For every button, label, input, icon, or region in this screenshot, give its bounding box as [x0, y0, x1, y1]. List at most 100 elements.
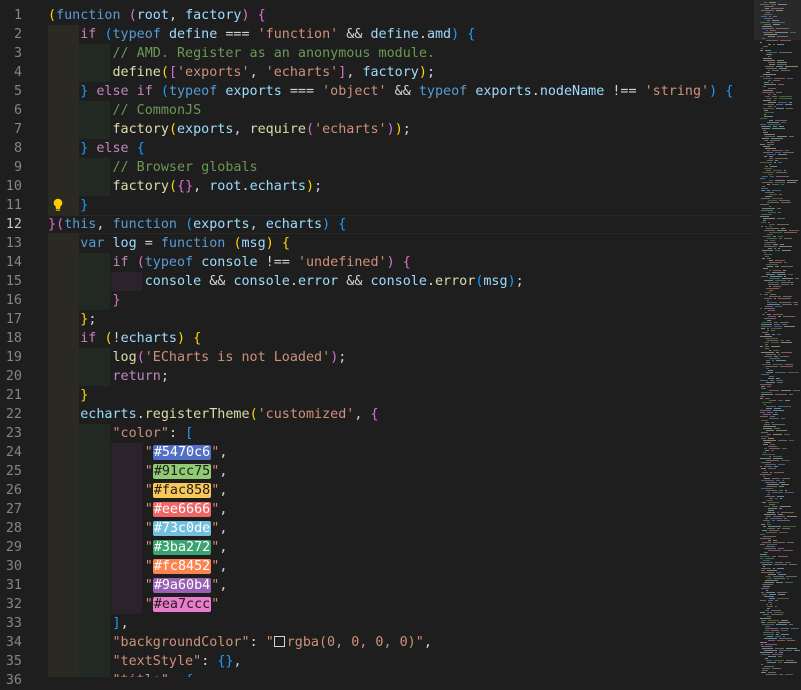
code-area[interactable]: (function (root, factory) { if (typeof d…: [48, 0, 754, 677]
color-swatch[interactable]: #73c0de: [152, 521, 212, 536]
code-line[interactable]: if (typeof define === 'function' && defi…: [48, 25, 475, 44]
minimap-line: [766, 30, 768, 31]
code-line[interactable]: "#ee6666",: [48, 500, 227, 519]
minimap-line: [761, 672, 766, 673]
minimap-line: [765, 658, 768, 659]
code-line[interactable]: "backgroundColor": " rgba(0, 0, 0, 0)",: [48, 633, 432, 652]
minimap-line: [764, 470, 766, 471]
minimap-line: [771, 346, 780, 347]
code-line[interactable]: } else {: [48, 139, 145, 158]
minimap-line: [773, 270, 781, 271]
minimap-line: [774, 106, 776, 107]
code-line[interactable]: }(this, function (exports, echarts) {: [48, 215, 346, 234]
lightbulb-icon[interactable]: [52, 198, 64, 212]
minimap-line: [761, 622, 765, 623]
color-swatch[interactable]: #fac858: [152, 483, 212, 498]
color-swatch[interactable]: [273, 636, 285, 647]
code-line[interactable]: if (!echarts) {: [48, 329, 201, 348]
minimap-line: [764, 582, 774, 583]
color-swatch[interactable]: #5470c6: [152, 445, 212, 460]
color-swatch[interactable]: #fc8452: [152, 559, 212, 574]
code-line[interactable]: if (typeof console !== 'undefined') {: [48, 253, 411, 272]
code-line[interactable]: "#fc8452",: [48, 557, 227, 576]
minimap-line: [786, 660, 794, 661]
minimap-line: [761, 646, 772, 647]
code-line[interactable]: // AMD. Register as an anonymous module.: [48, 44, 435, 63]
minimap-line: [768, 36, 775, 37]
code-line[interactable]: "#91cc75",: [48, 462, 227, 481]
minimap-line: [770, 276, 782, 277]
code-line[interactable]: define(['exports', 'echarts'], factory);: [48, 63, 436, 82]
code-line[interactable]: "#9a60b4",: [48, 576, 227, 595]
code-line[interactable]: "#3ba272",: [48, 538, 227, 557]
minimap-line: [765, 626, 770, 627]
code-line[interactable]: ],: [48, 614, 129, 633]
minimap-line: [764, 246, 777, 247]
code-line[interactable]: } else if (typeof exports === 'object' &…: [48, 82, 733, 101]
code-line[interactable]: };: [48, 310, 96, 329]
code-line[interactable]: "title": {: [48, 671, 194, 677]
minimap-line: [776, 108, 784, 109]
minimap-line: [778, 464, 785, 465]
code-line[interactable]: factory({}, root.echarts);: [48, 177, 323, 196]
minimap-line: [767, 386, 771, 387]
code-line[interactable]: "#5470c6",: [48, 443, 227, 462]
code-line[interactable]: log('ECharts is not Loaded');: [48, 348, 347, 367]
minimap-line: [761, 480, 774, 481]
code-line[interactable]: // Browser globals: [48, 158, 258, 177]
code-line[interactable]: }: [48, 291, 121, 310]
minimap-line: [760, 558, 763, 559]
code-line[interactable]: echarts.registerTheme('customized', {: [48, 405, 378, 424]
code-line[interactable]: "color": [: [48, 424, 194, 443]
minimap-line: [769, 530, 779, 531]
color-swatch[interactable]: #9a60b4: [152, 578, 212, 593]
minimap-line: [768, 672, 776, 673]
minimap-line: [785, 582, 793, 583]
minimap-line: [768, 248, 772, 249]
minimap-line: [768, 502, 779, 503]
minimap-line: [778, 84, 784, 85]
minimap-line: [761, 436, 769, 437]
minimap-line: [763, 86, 766, 87]
color-swatch[interactable]: #ea7ccc: [152, 597, 212, 612]
code-line[interactable]: console && console.error && console.erro…: [48, 272, 524, 291]
color-swatch[interactable]: #ee6666: [152, 502, 212, 517]
minimap-line: [791, 628, 799, 629]
code-line[interactable]: }: [48, 386, 88, 405]
code-editor[interactable]: 1 2 3 4 5 6 7 8 9 10 11 12 13 14 15 16 17 18 19 20 21 22 23 24 2…: [0, 0, 801, 688]
code-line[interactable]: // CommonJS: [48, 101, 202, 120]
minimap-line: [773, 24, 780, 25]
minimap[interactable]: [754, 0, 801, 677]
minimap-line: [772, 190, 781, 191]
minimap-line: [761, 48, 763, 49]
color-swatch[interactable]: #91cc75: [152, 464, 212, 479]
minimap-line: [779, 482, 785, 483]
minimap-line: [768, 508, 777, 509]
code-line[interactable]: "#ea7ccc": [48, 595, 219, 614]
minimap-line: [763, 428, 772, 429]
code-line[interactable]: "#fac858",: [48, 481, 227, 500]
code-line[interactable]: (function (root, factory) {: [48, 6, 266, 25]
code-line[interactable]: return;: [48, 367, 169, 386]
minimap-line: [781, 418, 785, 419]
line-number: 15: [5, 274, 22, 289]
minimap-line: [775, 648, 784, 649]
code-line[interactable]: var log = function (msg) {: [48, 234, 290, 253]
code-line[interactable]: "#73c0de",: [48, 519, 227, 538]
line-number-gutter[interactable]: 1 2 3 4 5 6 7 8 9 10 11 12 13 14 15 16 17 18 19 20 21 22 23 24 2…: [0, 0, 40, 688]
minimap-line: [769, 260, 773, 261]
minimap-line: [773, 516, 785, 517]
minimap-line: [760, 76, 764, 77]
minimap-line: [775, 32, 788, 33]
minimap-line: [779, 486, 784, 487]
minimap-line: [773, 434, 782, 435]
minimap-line: [782, 324, 787, 325]
line-number: 25: [5, 464, 22, 479]
code-line[interactable]: "textStyle": {},: [48, 652, 242, 671]
minimap-line: [781, 512, 794, 513]
minimap-line: [775, 158, 788, 159]
code-line[interactable]: factory(exports, require('echarts'));: [48, 120, 411, 139]
color-swatch[interactable]: #3ba272: [152, 540, 212, 555]
minimap-line: [783, 270, 786, 271]
minimap-line: [764, 84, 776, 85]
